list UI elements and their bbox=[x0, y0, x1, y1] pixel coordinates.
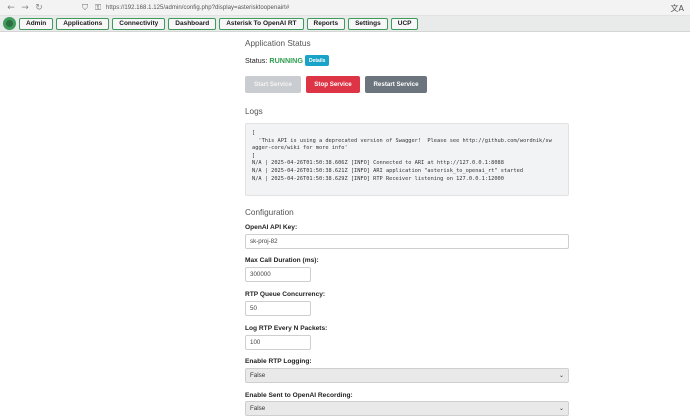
menu-settings[interactable]: Settings bbox=[348, 17, 388, 30]
status-label: Status: bbox=[245, 56, 268, 65]
main-menu-bar: Admin Applications Connectivity Dashboar… bbox=[0, 16, 690, 32]
details-button[interactable]: Details bbox=[305, 55, 330, 66]
translate-icon[interactable]: 文A bbox=[671, 3, 684, 14]
menu-ucp[interactable]: UCP bbox=[390, 17, 419, 30]
address-bar[interactable]: ⛉ ⚿ https://192.168.1.125/admin/config.p… bbox=[80, 1, 289, 15]
menu-admin[interactable]: Admin bbox=[19, 17, 54, 30]
arrow-right-icon[interactable]: → bbox=[18, 1, 32, 15]
browser-toolbar: ← → ↻ ⛉ ⚿ https://192.168.1.125/admin/co… bbox=[0, 0, 690, 16]
menu-dashboard[interactable]: Dashboard bbox=[168, 17, 217, 30]
enable-sent-recording-label: Enable Sent to OpenAI Recording: bbox=[245, 392, 353, 399]
arrow-left-icon[interactable]: ← bbox=[4, 1, 18, 15]
menu-applications[interactable]: Applications bbox=[56, 17, 110, 30]
stop-service-button[interactable]: Stop Service bbox=[306, 76, 360, 93]
max-call-duration-input[interactable] bbox=[245, 267, 311, 282]
enable-sent-recording-select[interactable]: False ⌄ bbox=[245, 401, 569, 416]
reload-icon[interactable]: ↻ bbox=[32, 1, 46, 15]
enable-rtp-logging-value: False bbox=[250, 372, 266, 379]
log-rtp-every-n-packets-input[interactable] bbox=[245, 335, 311, 350]
freepbx-logo[interactable] bbox=[3, 17, 16, 30]
url-text[interactable]: https://192.168.1.125/admin/config.php?d… bbox=[106, 5, 289, 11]
logs-output[interactable]: [ 'This API is using a deprecated versio… bbox=[245, 123, 569, 196]
menu-asterisk-to-openai-rt[interactable]: Asterisk To OpenAI RT bbox=[219, 17, 304, 30]
menu-reports[interactable]: Reports bbox=[306, 17, 346, 30]
restart-service-button[interactable]: Restart Service bbox=[365, 76, 427, 93]
status-line: Status: RUNNING bbox=[245, 56, 303, 65]
log-rtp-every-n-packets-label: Log RTP Every N Packets: bbox=[245, 325, 328, 332]
rtp-queue-concurrency-input[interactable] bbox=[245, 301, 311, 316]
api-key-input[interactable] bbox=[245, 234, 569, 249]
shield-icon: ⛉ bbox=[82, 2, 88, 12]
configuration-heading: Configuration bbox=[245, 208, 294, 217]
status-value: RUNNING bbox=[269, 56, 303, 65]
enable-rtp-logging-select[interactable]: False ⌄ bbox=[245, 368, 569, 383]
enable-sent-recording-value: False bbox=[250, 405, 266, 412]
chevron-down-icon: ⌄ bbox=[558, 372, 564, 379]
max-call-duration-label: Max Call Duration (ms): bbox=[245, 257, 319, 264]
lock-icon: ⚿ bbox=[94, 2, 102, 12]
menu-connectivity[interactable]: Connectivity bbox=[112, 17, 166, 30]
chevron-down-icon: ⌄ bbox=[558, 405, 564, 412]
enable-rtp-logging-label: Enable RTP Logging: bbox=[245, 358, 312, 365]
application-status-heading: Application Status bbox=[245, 39, 311, 48]
logs-heading: Logs bbox=[245, 107, 263, 116]
api-key-label: OpenAI API Key: bbox=[245, 224, 298, 231]
start-service-button[interactable]: Start Service bbox=[245, 76, 301, 93]
rtp-queue-concurrency-label: RTP Queue Concurrency: bbox=[245, 291, 326, 298]
